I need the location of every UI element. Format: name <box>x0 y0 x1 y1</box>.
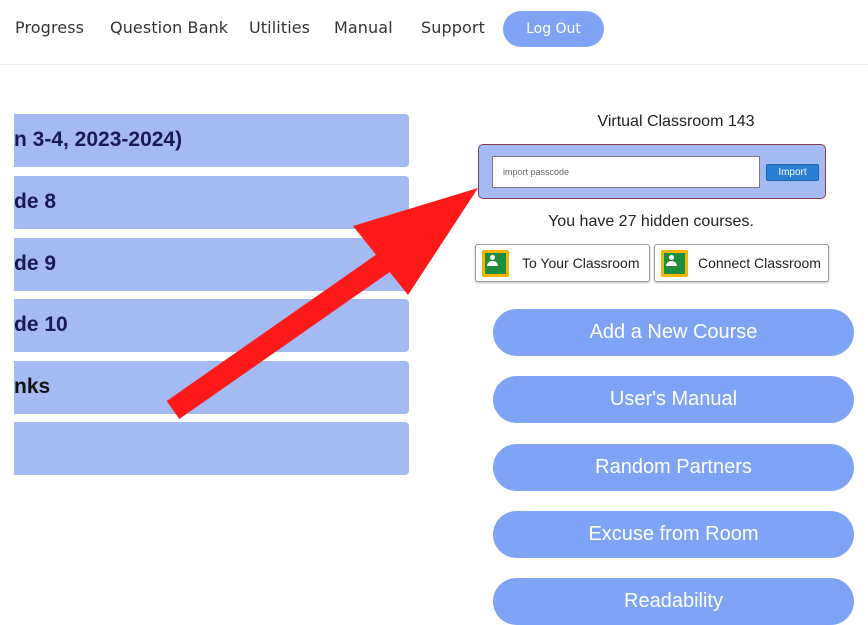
nav-manual[interactable]: Manual <box>334 18 393 37</box>
connect-classroom-button[interactable]: Connect Classroom <box>654 244 829 282</box>
course-item[interactable]: nks <box>14 361 409 414</box>
course-title: de 8 <box>14 190 57 213</box>
course-title: de 10 <box>14 313 68 336</box>
left-gutter <box>0 65 14 603</box>
logout-button[interactable]: Log Out <box>503 11 604 47</box>
hidden-courses-text: You have 27 hidden courses. <box>548 213 754 230</box>
add-new-course-button[interactable]: Add a New Course <box>493 309 854 356</box>
course-title: n 3-4, 2023-2024) <box>14 128 183 151</box>
users-manual-button[interactable]: User's Manual <box>493 376 854 423</box>
course-item[interactable] <box>14 422 409 475</box>
nav-utilities[interactable]: Utilities <box>249 18 310 37</box>
google-classroom-icon <box>661 250 688 277</box>
course-item[interactable]: de 8 <box>14 176 409 229</box>
nav-support[interactable]: Support <box>421 18 485 37</box>
google-classroom-icon <box>482 250 509 277</box>
virtual-classroom-title: Virtual Classroom 143 <box>597 113 755 130</box>
course-item[interactable]: de 10 <box>14 299 409 352</box>
to-your-classroom-label: To Your Classroom <box>522 255 640 271</box>
random-partners-button[interactable]: Random Partners <box>493 444 854 491</box>
import-button[interactable]: Import <box>766 164 819 181</box>
import-passcode-panel: Import <box>478 144 826 199</box>
to-your-classroom-button[interactable]: To Your Classroom <box>475 244 650 282</box>
connect-classroom-label: Connect Classroom <box>698 255 821 271</box>
top-navigation: Progress Question Bank Utilities Manual … <box>0 0 868 65</box>
excuse-from-room-button[interactable]: Excuse from Room <box>493 511 854 558</box>
nav-question-bank[interactable]: Question Bank <box>110 18 228 37</box>
course-title: de 9 <box>14 252 57 275</box>
readability-button[interactable]: Readability <box>493 578 854 625</box>
course-item[interactable]: de 9 <box>14 238 409 291</box>
nav-progress[interactable]: Progress <box>15 18 84 37</box>
course-title: nks <box>14 375 51 398</box>
course-item[interactable]: n 3-4, 2023-2024) <box>14 114 409 167</box>
passcode-input[interactable] <box>492 156 760 188</box>
